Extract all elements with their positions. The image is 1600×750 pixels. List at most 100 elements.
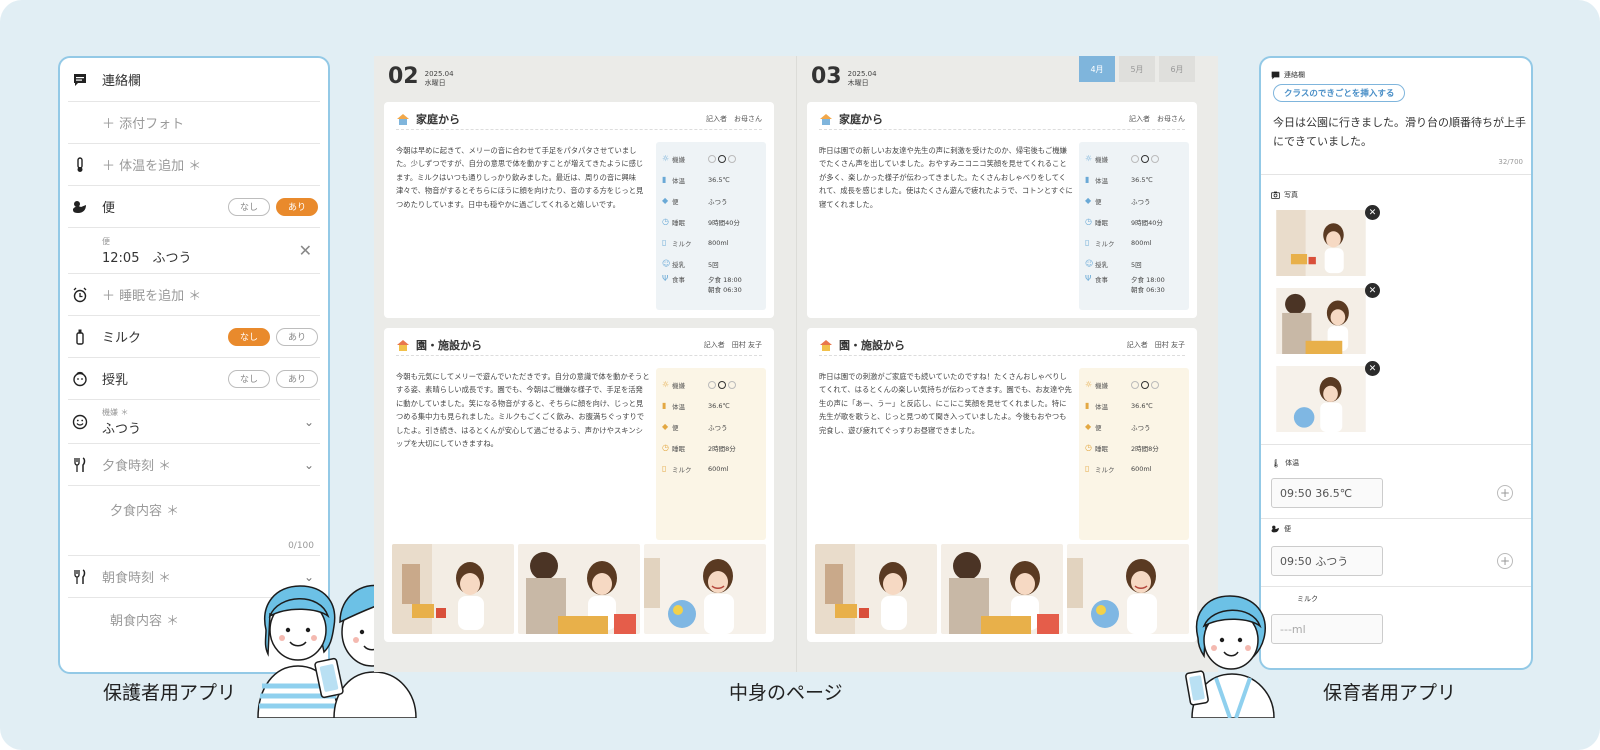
attached-photo[interactable] xyxy=(1271,210,1371,276)
attached-photo[interactable] xyxy=(1271,366,1371,432)
milk-input[interactable]: ---ml xyxy=(1271,614,1383,644)
tab-june[interactable]: 6月 xyxy=(1159,56,1195,82)
insert-class-event-button[interactable]: クラスのできごとを挿入する xyxy=(1273,84,1406,102)
page-weekday: 水曜日 xyxy=(424,78,446,87)
stat-label: 機嫌 xyxy=(1095,155,1108,164)
breastfeeding-none-button[interactable]: なし xyxy=(228,369,270,388)
stat-label: ミルク xyxy=(672,465,692,474)
child-photo[interactable] xyxy=(392,544,514,634)
staff-notebook-header: 連絡欄 xyxy=(1271,70,1305,80)
stat-value: 36.6℃ xyxy=(708,401,730,410)
stool-none-button[interactable]: なし xyxy=(228,197,270,216)
breastfeeding-label: 授乳 xyxy=(102,373,129,388)
milk-label: ミルク xyxy=(102,331,142,346)
child-photo[interactable] xyxy=(815,544,937,634)
milk-row: ミルク なし あり xyxy=(68,316,320,358)
duck-icon: ◆ xyxy=(662,422,669,431)
stat-label: ミルク xyxy=(1095,239,1115,248)
page-day: 03 xyxy=(811,64,842,89)
child-photo[interactable] xyxy=(941,544,1063,634)
camera-icon xyxy=(1271,191,1280,199)
school-note-title: 園・施設から xyxy=(416,338,482,352)
stat-label: 授乳 xyxy=(672,260,685,269)
school-note-author: 記入者 田村 友子 xyxy=(703,340,762,349)
temperature-section-title: 体温 xyxy=(1285,459,1300,467)
home-note-author: 記入者 お母さん xyxy=(1129,114,1185,123)
stage: 連絡欄 ＋ 添付フォト ＋ 体温を追加 ＊ 便 なし あり 便 12:05 ふつ… xyxy=(0,0,1600,750)
message-textarea[interactable]: 今日は公園に行きました。滑り台の順番待ちが上手にできていました。 xyxy=(1273,114,1529,151)
stat-label: 体温 xyxy=(672,402,685,411)
close-icon[interactable]: ✕ xyxy=(299,241,312,260)
breastfeeding-yes-button[interactable]: あり xyxy=(276,369,318,388)
message-char-count: 32/700 xyxy=(1498,158,1523,166)
stat-breastfeeding: ☺ 授乳 5回 xyxy=(662,253,760,274)
stat-label: 食事 xyxy=(672,276,685,284)
school-note-title: 園・施設から xyxy=(839,338,905,352)
stat-label: 睡眠 xyxy=(1095,444,1108,453)
temperature-entry[interactable]: 09:50 36.5℃ xyxy=(1271,478,1383,508)
remove-photo-icon[interactable]: ✕ xyxy=(1365,361,1380,376)
stool-section-label: 便 xyxy=(1271,524,1291,534)
dinner-content-field[interactable]: 夕食内容 ＊ 0/100 xyxy=(68,486,320,556)
mood-face xyxy=(728,380,736,389)
duck-icon: ◆ xyxy=(1085,196,1092,205)
mood-value: ふつう xyxy=(102,421,142,437)
stat-value: 5回 xyxy=(708,260,719,269)
stool-yes-button[interactable]: あり xyxy=(276,197,318,216)
mood-face xyxy=(728,154,736,163)
remove-photo-icon[interactable]: ✕ xyxy=(1365,283,1380,298)
add-temperature-label[interactable]: ＋ 体温を追加 ＊ xyxy=(102,155,201,174)
milk-none-button[interactable]: なし xyxy=(228,327,270,346)
baby-face-icon: ☺ xyxy=(1085,259,1094,268)
thermometer-icon: ▮ xyxy=(662,401,667,410)
mood-field: 機嫌 ＊ ふつう xyxy=(102,407,141,437)
stat-value: 800ml xyxy=(708,238,729,247)
add-temperature-icon[interactable]: + xyxy=(1497,485,1513,501)
stat-value: 夕食 18:00 朝食 06:30 xyxy=(1131,276,1165,294)
chevron-down-icon[interactable]: ⌄ xyxy=(304,458,314,472)
stat-label: 便 xyxy=(1095,423,1102,432)
milk-yes-button[interactable]: あり xyxy=(276,327,318,346)
mood-faces xyxy=(708,154,736,163)
stat-sleep: ◷ 睡眠 2時間8分 xyxy=(1085,437,1183,458)
page-date: 03 2025.04 木曜日 xyxy=(811,66,877,88)
add-stool-icon[interactable]: + xyxy=(1497,553,1513,569)
page-year-month: 2025.04 xyxy=(424,69,454,78)
stat-breastfeeding: ☺ 授乳 5回 xyxy=(1085,253,1183,274)
add-photo-label[interactable]: ＋ 添付フォト xyxy=(102,113,184,132)
chevron-down-icon[interactable]: ⌄ xyxy=(304,415,314,429)
child-photo[interactable] xyxy=(1067,544,1189,634)
alarm-clock-icon: ◷ xyxy=(662,217,669,226)
stat-value: 600ml xyxy=(1131,464,1152,473)
add-photo-row[interactable]: ＋ 添付フォト xyxy=(68,102,320,144)
duck-icon: ◆ xyxy=(1085,422,1092,431)
school-stats: ☼ 機嫌 ▮ 体温 36.6℃ ◆ 便 ふつう ◷ 睡眠 2時間8分 ▯ ミルク 600ml xyxy=(1079,368,1189,540)
tab-may[interactable]: 5月 xyxy=(1119,56,1155,82)
stool-entry[interactable]: 09:50 ふつう xyxy=(1271,546,1383,576)
stat-sleep: ◷ 睡眠 2時間8分 xyxy=(662,437,760,458)
child-photo[interactable] xyxy=(518,544,640,634)
stat-value: ふつう xyxy=(1131,423,1151,432)
temperature-section-label: 🌡 体温 xyxy=(1271,458,1299,468)
dinner-time-select[interactable]: 夕食時刻 ＊ ⌄ xyxy=(68,444,320,486)
add-temperature-row[interactable]: ＋ 体温を追加 ＊ xyxy=(68,144,320,186)
stool-entry-row[interactable]: 便 12:05 ふつう ✕ xyxy=(68,228,320,274)
photo-strip xyxy=(815,544,1189,634)
add-sleep-label[interactable]: ＋ 睡眠を追加 ＊ xyxy=(102,285,201,304)
school-note-header: 園・施設から 記入者 田村 友子 xyxy=(819,338,1185,356)
stat-value: 9時間40分 xyxy=(1131,218,1163,227)
stat-value: 600ml xyxy=(708,464,729,473)
stool-entry: 便 12:05 ふつう xyxy=(102,236,191,266)
home-note-title: 家庭から xyxy=(839,112,883,126)
add-sleep-row[interactable]: ＋ 睡眠を追加 ＊ xyxy=(68,274,320,316)
school-icon xyxy=(396,338,410,352)
dinner-time-label: 夕食時刻 ＊ xyxy=(102,459,172,474)
tab-april[interactable]: 4月 xyxy=(1079,56,1115,82)
mood-select[interactable]: 機嫌 ＊ ふつう ⌄ xyxy=(68,400,320,444)
stat-label: 睡眠 xyxy=(672,444,685,453)
attached-photo[interactable] xyxy=(1271,288,1371,354)
remove-photo-icon[interactable]: ✕ xyxy=(1365,205,1380,220)
divider xyxy=(1261,518,1531,519)
child-photo[interactable] xyxy=(644,544,766,634)
breakfast-time-label: 朝食時刻 ＊ xyxy=(102,571,172,586)
